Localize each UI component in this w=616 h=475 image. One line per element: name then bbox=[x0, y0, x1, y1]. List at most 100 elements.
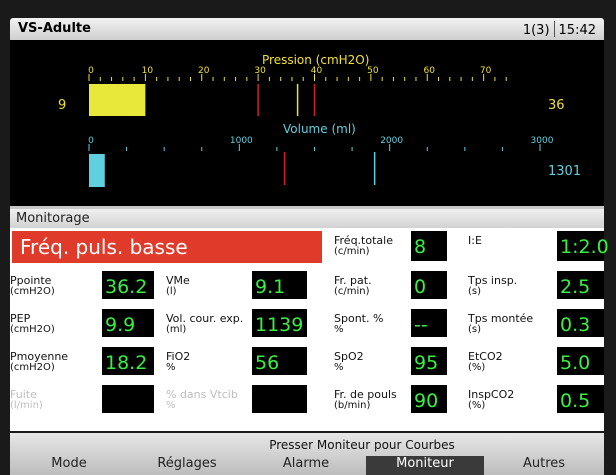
tps-montee-name: Tps montée bbox=[468, 312, 534, 325]
monitoring-title: Monitorage bbox=[16, 211, 90, 226]
spo2-label: SpO2% bbox=[334, 351, 364, 373]
tps-insp-label: Tps insp. (s) bbox=[468, 275, 517, 297]
pressure-tick-label: 70 bbox=[480, 66, 492, 76]
vol-cour-value-box: 1139 bbox=[252, 309, 307, 337]
vol-cour-unit: (ml) bbox=[166, 324, 187, 335]
pct-vtcib-name: % dans Vtcib bbox=[166, 388, 238, 401]
inspco2-value-box: 0.5 bbox=[557, 385, 604, 413]
tps-montee-value: 0.3 bbox=[560, 314, 591, 336]
monitoring-panel: Monitorage Fréq. puls. basse Fréq.totale… bbox=[10, 209, 609, 431]
ie-name: I:E bbox=[468, 234, 482, 247]
spo2-value-box: 95 bbox=[411, 347, 447, 375]
menu-mode[interactable]: Mode bbox=[10, 456, 128, 475]
pressure-tick-label: 0 bbox=[88, 66, 94, 76]
freq-totale-label: Fréq.totale (c/min) bbox=[334, 235, 393, 257]
pep-value: 9.9 bbox=[105, 314, 136, 336]
inspco2-value: 0.5 bbox=[560, 390, 591, 412]
pct-vtcib-label: % dans Vtcib% bbox=[166, 389, 238, 411]
fr-pat-value: 0 bbox=[414, 276, 427, 298]
fr-pat-value-box: 0 bbox=[411, 271, 447, 299]
fr-pat-unit: (c/min) bbox=[334, 286, 370, 297]
freq-totale-name: Fréq.totale bbox=[334, 234, 393, 247]
spo2-value: 95 bbox=[414, 352, 439, 374]
title-bar: VS-Adulte 1(3) 15:42 bbox=[10, 18, 604, 40]
spo2-unit: % bbox=[334, 362, 344, 373]
fuite-value-box bbox=[102, 385, 154, 413]
ppointe-unit: (cmH2O) bbox=[10, 286, 55, 297]
menu-reglages[interactable]: Réglages bbox=[128, 456, 246, 475]
pressure-fill-bar bbox=[89, 84, 146, 116]
spont-label: Spont. %% bbox=[334, 313, 383, 335]
fio2-name: FiO2 bbox=[166, 350, 191, 363]
fuite-name: Fuite bbox=[10, 388, 37, 401]
hint-text: Presser Moniteur pour Courbes bbox=[269, 438, 455, 452]
ie-value-box: 1:2.0 bbox=[557, 231, 609, 261]
volume-tick-label: 0 bbox=[88, 136, 94, 146]
pep-label: PEP (cmH2O) bbox=[10, 313, 55, 335]
gauge-bars: 0 10 20 30 40 50 60 70 0 1000 2000 3000 bbox=[88, 66, 554, 187]
monitoring-header: Monitorage bbox=[10, 209, 604, 228]
vol-cour-label: Vol. cour. exp. (ml) bbox=[166, 313, 243, 335]
pressure-tick-label: 20 bbox=[198, 66, 210, 76]
freq-totale-value-box: 8 bbox=[411, 231, 447, 261]
ppointe-value: 36.2 bbox=[105, 276, 148, 298]
volume-tick-label: 2000 bbox=[380, 136, 403, 146]
alarm-banner: Fréq. puls. basse bbox=[12, 231, 322, 263]
vme-value-box: 9.1 bbox=[252, 271, 307, 299]
pep-name: PEP bbox=[10, 312, 31, 325]
pressure-tick-label: 10 bbox=[142, 66, 154, 76]
fr-pouls-label: Fr. de pouls (b/min) bbox=[334, 389, 397, 411]
mode-title: VS-Adulte bbox=[18, 21, 91, 36]
pmoyenne-value-box: 18.2 bbox=[102, 347, 154, 375]
fio2-value-box: 56 bbox=[252, 347, 307, 375]
spont-unit: % bbox=[334, 324, 344, 335]
pep-unit: (cmH2O) bbox=[10, 324, 55, 335]
menu-autres[interactable]: Autres bbox=[484, 456, 604, 475]
vol-cour-name: Vol. cour. exp. bbox=[166, 312, 244, 325]
pmoyenne-label: Pmoyenne (cmH2O) bbox=[10, 351, 68, 373]
etco2-name: EtCO2 bbox=[468, 350, 503, 363]
pep-value-box: 9.9 bbox=[102, 309, 154, 337]
ppointe-label: Ppointe (cmH2O) bbox=[10, 275, 55, 297]
menu-moniteur[interactable]: Moniteur bbox=[366, 456, 484, 475]
alarm-text: Fréq. puls. basse bbox=[20, 235, 188, 259]
fr-pat-name: Fr. pat. bbox=[334, 274, 372, 287]
vol-cour-value: 1139 bbox=[255, 314, 304, 336]
tps-insp-value: 2.5 bbox=[560, 276, 591, 298]
fr-pouls-name: Fr. de pouls bbox=[334, 388, 397, 401]
vme-name: VMe bbox=[166, 274, 190, 287]
vme-label: VMe (l) bbox=[166, 275, 190, 297]
spont-name: Spont. % bbox=[334, 312, 384, 325]
ie-value: 1:2.0 bbox=[560, 236, 609, 258]
fr-pouls-value: 90 bbox=[414, 390, 439, 412]
bottom-bar: Presser Moniteur pour Courbes Mode Régla… bbox=[10, 433, 604, 475]
vme-value: 9.1 bbox=[255, 276, 286, 298]
pmoyenne-unit: (cmH2O) bbox=[10, 362, 55, 373]
pressure-tick-label: 60 bbox=[424, 66, 436, 76]
etco2-value-box: 5.0 bbox=[557, 347, 604, 375]
vme-unit: (l) bbox=[166, 286, 177, 297]
tps-insp-unit: (s) bbox=[468, 286, 482, 297]
etco2-value: 5.0 bbox=[560, 352, 591, 374]
etco2-label: EtCO2 (%) bbox=[468, 351, 503, 373]
clock: 15:42 bbox=[558, 23, 596, 38]
pressure-tick-label: 30 bbox=[254, 66, 266, 76]
tps-montee-label: Tps montée (s) bbox=[468, 313, 533, 335]
etco2-unit: (%) bbox=[468, 362, 486, 373]
inspco2-unit: (%) bbox=[468, 400, 486, 411]
pressure-tick-label: 50 bbox=[367, 66, 379, 76]
pct-vtcib-value-box bbox=[252, 385, 307, 413]
spont-value: -- bbox=[414, 314, 428, 336]
tps-montee-unit: (s) bbox=[468, 324, 482, 335]
freq-totale-unit: (c/min) bbox=[334, 246, 370, 257]
menu-alarme[interactable]: Alarme bbox=[246, 456, 366, 475]
pressure-tick-label: 40 bbox=[311, 66, 323, 76]
ie-label: I:E bbox=[468, 235, 482, 246]
spo2-name: SpO2 bbox=[334, 350, 364, 363]
page-time: 1(3) 15:42 bbox=[523, 21, 596, 38]
inspco2-label: InspCO2 (%) bbox=[468, 389, 514, 411]
fio2-label: FiO2% bbox=[166, 351, 190, 373]
fio2-value: 56 bbox=[255, 352, 280, 374]
ventilator-screen: VS-Adulte 1(3) 15:42 Pression (cmH2O) 9 3… bbox=[0, 0, 616, 475]
tps-insp-value-box: 2.5 bbox=[557, 271, 604, 299]
